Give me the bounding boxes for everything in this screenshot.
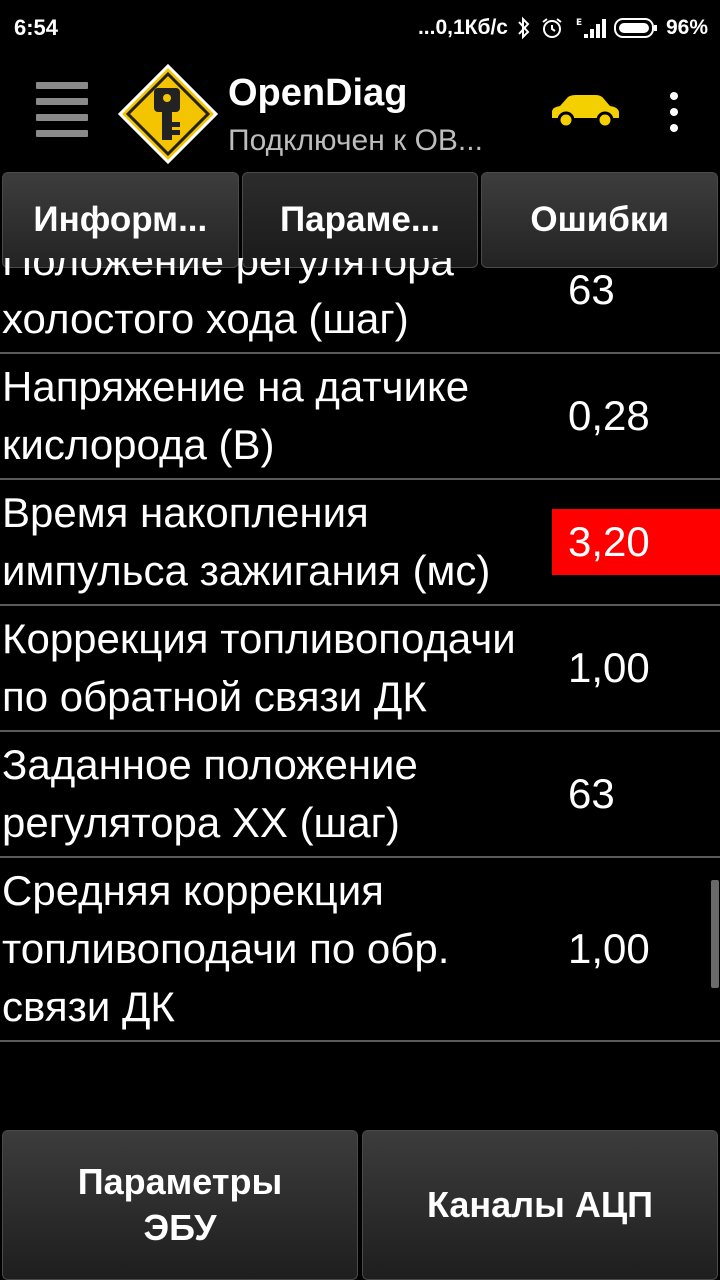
status-bar: 6:54 ...0,1Кб/с E 96%: [0, 0, 720, 56]
status-icons: ...0,1Кб/с E 96%: [418, 16, 708, 40]
list-item: Положение регулятора холостого хода (шаг…: [0, 258, 720, 354]
action-bar: OpenDiag Подключен к ОВ...: [0, 56, 720, 172]
status-time: 6:54: [14, 15, 59, 40]
param-name: Заданное положение регулятора ХХ (шаг): [2, 741, 418, 846]
car-icon[interactable]: [548, 92, 622, 130]
battery-icon: [613, 17, 658, 39]
ecu-parameters-button[interactable]: Параметры ЭБУ: [2, 1130, 358, 1280]
alarm-icon: [540, 16, 564, 40]
param-value: 63: [568, 266, 615, 313]
tab-parameters[interactable]: Параме...: [241, 172, 479, 268]
param-value: 63: [568, 770, 615, 817]
connection-status: Подключен к ОВ...: [228, 124, 483, 157]
app-title: OpenDiag: [228, 72, 408, 114]
param-value: 1,00: [568, 925, 650, 972]
bluetooth-icon: [516, 16, 532, 40]
param-value-alert: 3,20: [552, 509, 720, 575]
menu-icon[interactable]: [36, 82, 88, 138]
list-item: Средняя коррекция топливоподачи по обр. …: [0, 858, 720, 1042]
overflow-menu-icon[interactable]: [668, 92, 680, 132]
bottom-bar: Параметры ЭБУ Каналы АЦП: [0, 1130, 720, 1280]
svg-text:E: E: [576, 18, 582, 28]
adc-channels-button[interactable]: Каналы АЦП: [362, 1130, 718, 1280]
param-name: Положение регулятора холостого хода (шаг…: [2, 258, 454, 342]
app-logo-icon: [116, 62, 220, 166]
scrollbar[interactable]: [711, 880, 719, 988]
network-speed: ...0,1Кб/с: [417, 16, 508, 39]
tab-info[interactable]: Информ...: [2, 172, 239, 268]
tab-bar: Информ... Параме... Ошибки: [0, 172, 720, 272]
param-name: Средняя коррекция топливоподачи по обр. …: [2, 867, 450, 1030]
list-item: Коррекция топливоподачи по обратной связ…: [0, 606, 720, 732]
param-value: 1,00: [568, 644, 650, 691]
param-name: Время накопления импульса зажигания (мс): [2, 489, 491, 594]
list-item: Время накопления импульса зажигания (мс)…: [0, 480, 720, 606]
param-name: Коррекция топливоподачи по обратной связ…: [2, 615, 516, 720]
list-item: Напряжение на датчике кислорода (В) 0,28: [0, 354, 720, 480]
signal-icon: E: [572, 16, 606, 40]
param-value: 0,28: [568, 392, 650, 439]
param-name: Напряжение на датчике кислорода (В): [2, 363, 470, 468]
battery-level: 96%: [665, 16, 708, 39]
list-item: Заданное положение регулятора ХХ (шаг) 6…: [0, 732, 720, 858]
parameters-list[interactable]: Положение регулятора холостого хода (шаг…: [0, 258, 720, 1130]
tab-errors[interactable]: Ошибки: [481, 172, 719, 268]
